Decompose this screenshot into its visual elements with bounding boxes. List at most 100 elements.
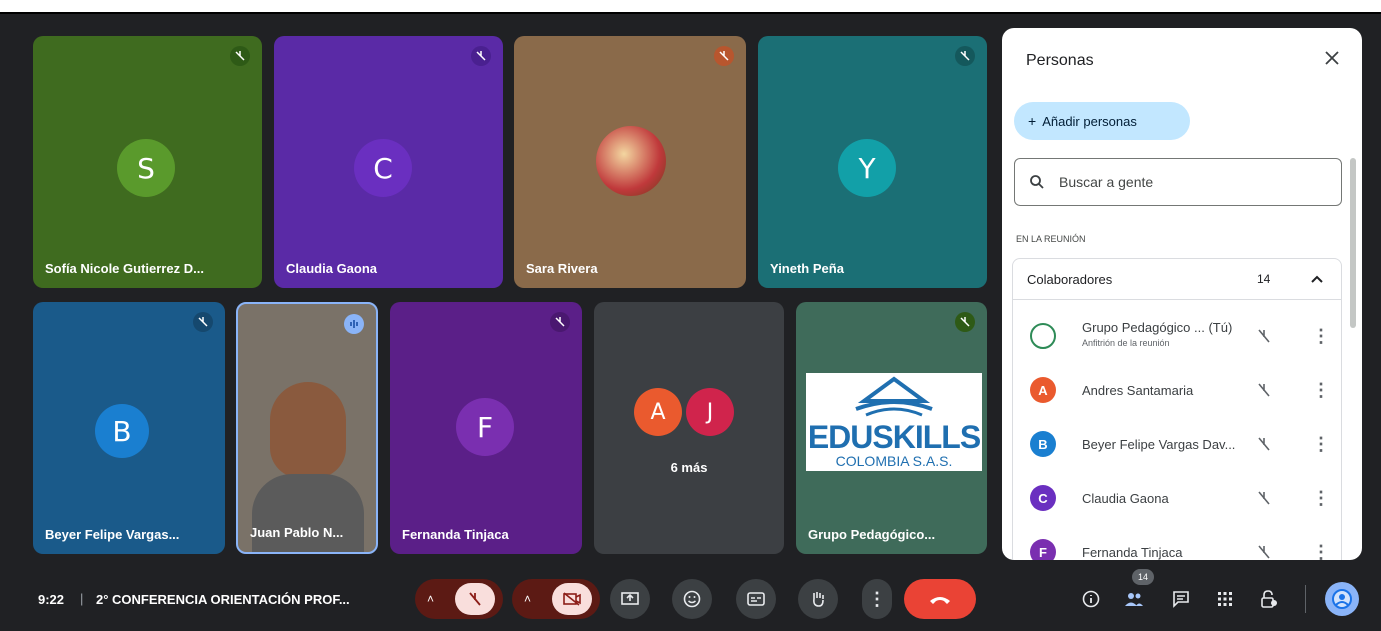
- more-options-icon[interactable]: ⋮: [1312, 380, 1330, 401]
- more-options-icon[interactable]: ⋮: [1312, 542, 1330, 561]
- person-row[interactable]: F Fernanda Tinjaca ⋮: [1030, 534, 1342, 560]
- avatar: C: [1030, 485, 1056, 511]
- meeting-time: 9:22: [38, 592, 65, 607]
- overflow-tile[interactable]: A J 6 más: [594, 302, 784, 554]
- mic-off-icon: [469, 592, 481, 606]
- video-feed-body: [252, 474, 364, 552]
- participant-count-badge: 14: [1132, 569, 1154, 585]
- avatar: J: [686, 388, 734, 436]
- participant-tile-fernanda[interactable]: F Fernanda Tinjaca: [390, 302, 582, 554]
- info-button[interactable]: [1076, 584, 1106, 614]
- mic-off-icon: [1258, 491, 1270, 505]
- book-icon: [855, 376, 933, 417]
- end-call-icon: [930, 597, 950, 604]
- add-people-button[interactable]: + Añadir personas: [1014, 102, 1190, 140]
- chat-button[interactable]: [1166, 584, 1196, 614]
- person-row[interactable]: Grupo Pedagógico ... (Tú) Anfitrión de l…: [1030, 318, 1342, 354]
- search-icon: [1030, 175, 1044, 189]
- meet-window: S Sofía Nicole Gutierrez D... C Claudia …: [0, 0, 1381, 631]
- participant-name: Claudia Gaona: [286, 261, 378, 276]
- panel-scrollbar[interactable]: [1350, 158, 1356, 328]
- avatar: F: [1030, 539, 1056, 560]
- mic-off-icon: [230, 46, 250, 66]
- emoji-icon: [683, 590, 701, 608]
- mic-off-icon: [955, 312, 975, 332]
- person-name: Beyer Felipe Vargas Dav...: [1082, 436, 1236, 452]
- info-icon: [1082, 590, 1100, 608]
- avatar-image: [596, 126, 666, 196]
- mic-off-button[interactable]: [455, 583, 495, 615]
- present-icon: [621, 592, 639, 605]
- speaking-icon: [344, 314, 364, 334]
- people-button[interactable]: 14: [1119, 569, 1154, 614]
- avatar: B: [1030, 431, 1056, 457]
- search-input[interactable]: Buscar a gente: [1014, 158, 1342, 206]
- avatar-icon: [1332, 589, 1352, 609]
- raise-hand-icon: [813, 592, 824, 607]
- avatar: A: [634, 388, 682, 436]
- avatar: A: [1030, 377, 1056, 403]
- section-label: EN LA REUNIÓN: [1016, 234, 1086, 244]
- meeting-separator: |: [80, 591, 84, 606]
- participant-tile-sofia[interactable]: S Sofía Nicole Gutierrez D...: [33, 36, 262, 288]
- participant-tile-yineth[interactable]: Y Yineth Peña: [758, 36, 987, 288]
- chat-icon: [1173, 591, 1189, 608]
- chevron-up-icon[interactable]: ˄: [524, 592, 531, 606]
- more-options-button[interactable]: ⋮: [862, 579, 892, 619]
- end-call-button[interactable]: [904, 579, 976, 619]
- panel-title: Personas: [1026, 52, 1094, 69]
- close-icon[interactable]: [1320, 46, 1344, 70]
- participant-name: Sofía Nicole Gutierrez D...: [45, 261, 204, 276]
- person-row[interactable]: C Claudia Gaona ⋮: [1030, 480, 1342, 516]
- participant-tile-juan[interactable]: Juan Pablo N...: [236, 302, 378, 554]
- avatar: F: [456, 398, 514, 456]
- more-options-icon[interactable]: ⋮: [1312, 434, 1330, 455]
- add-person-icon: +: [1028, 113, 1037, 129]
- eduskills-logo: EDUSKILLS COLOMBIA S.A.S.: [806, 373, 982, 471]
- emoji-button[interactable]: [672, 579, 712, 619]
- camera-off-button[interactable]: [552, 583, 592, 615]
- participant-tile-sara[interactable]: Sara Rivera: [514, 36, 746, 288]
- more-options-icon[interactable]: ⋮: [1312, 326, 1330, 347]
- chevron-up-icon[interactable]: ˄: [427, 592, 434, 606]
- participant-name: Grupo Pedagógico...: [808, 527, 936, 542]
- camera-off-icon: [563, 592, 581, 606]
- more-options-icon[interactable]: ⋮: [1312, 488, 1330, 509]
- person-name: Claudia Gaona: [1082, 490, 1169, 506]
- person-name: Andres Santamaria: [1082, 382, 1194, 398]
- mic-group: ˄: [415, 579, 503, 619]
- logo-line1: EDUSKILLS: [807, 419, 981, 455]
- avatar-button[interactable]: [1325, 582, 1359, 616]
- mic-off-icon: [550, 312, 570, 332]
- camera-group: ˄: [512, 579, 600, 619]
- present-button[interactable]: [610, 579, 650, 619]
- chevron-up-icon: [1311, 275, 1323, 283]
- mic-off-icon: [714, 46, 734, 66]
- avatar: B: [95, 404, 149, 458]
- host-controls-button[interactable]: [1254, 584, 1284, 614]
- meeting-title: 2° CONFERENCIA ORIENTACIÓN PROF...: [96, 592, 350, 607]
- participant-name: Beyer Felipe Vargas...: [45, 527, 180, 542]
- group-count: 14: [1257, 272, 1271, 286]
- activities-button[interactable]: [1210, 584, 1240, 614]
- overflow-count: 6 más: [670, 460, 708, 475]
- group-label: Colaboradores: [1027, 271, 1113, 287]
- search-placeholder: Buscar a gente: [1059, 174, 1154, 190]
- people-icon: [1125, 593, 1143, 606]
- mic-off-icon: [955, 46, 975, 66]
- person-row[interactable]: B Beyer Felipe Vargas Dav... ⋮: [1030, 426, 1342, 462]
- group-header[interactable]: Colaboradores 14: [1012, 258, 1342, 300]
- mic-off-icon: [1258, 545, 1270, 559]
- raise-hand-button[interactable]: [798, 579, 838, 619]
- captions-button[interactable]: [736, 579, 776, 619]
- person-name: Fernanda Tinjaca: [1082, 544, 1183, 560]
- mic-off-icon: [471, 46, 491, 66]
- host-controls-icon: [1261, 590, 1277, 608]
- video-feed: [270, 382, 346, 478]
- person-row[interactable]: A Andres Santamaria ⋮: [1030, 372, 1342, 408]
- add-people-label: Añadir personas: [1042, 113, 1137, 129]
- participant-tile-beyer[interactable]: B Beyer Felipe Vargas...: [33, 302, 225, 554]
- avatar: C: [354, 139, 412, 197]
- participant-tile-claudia[interactable]: C Claudia Gaona: [274, 36, 503, 288]
- logo-line2: COLOMBIA S.A.S.: [835, 453, 953, 469]
